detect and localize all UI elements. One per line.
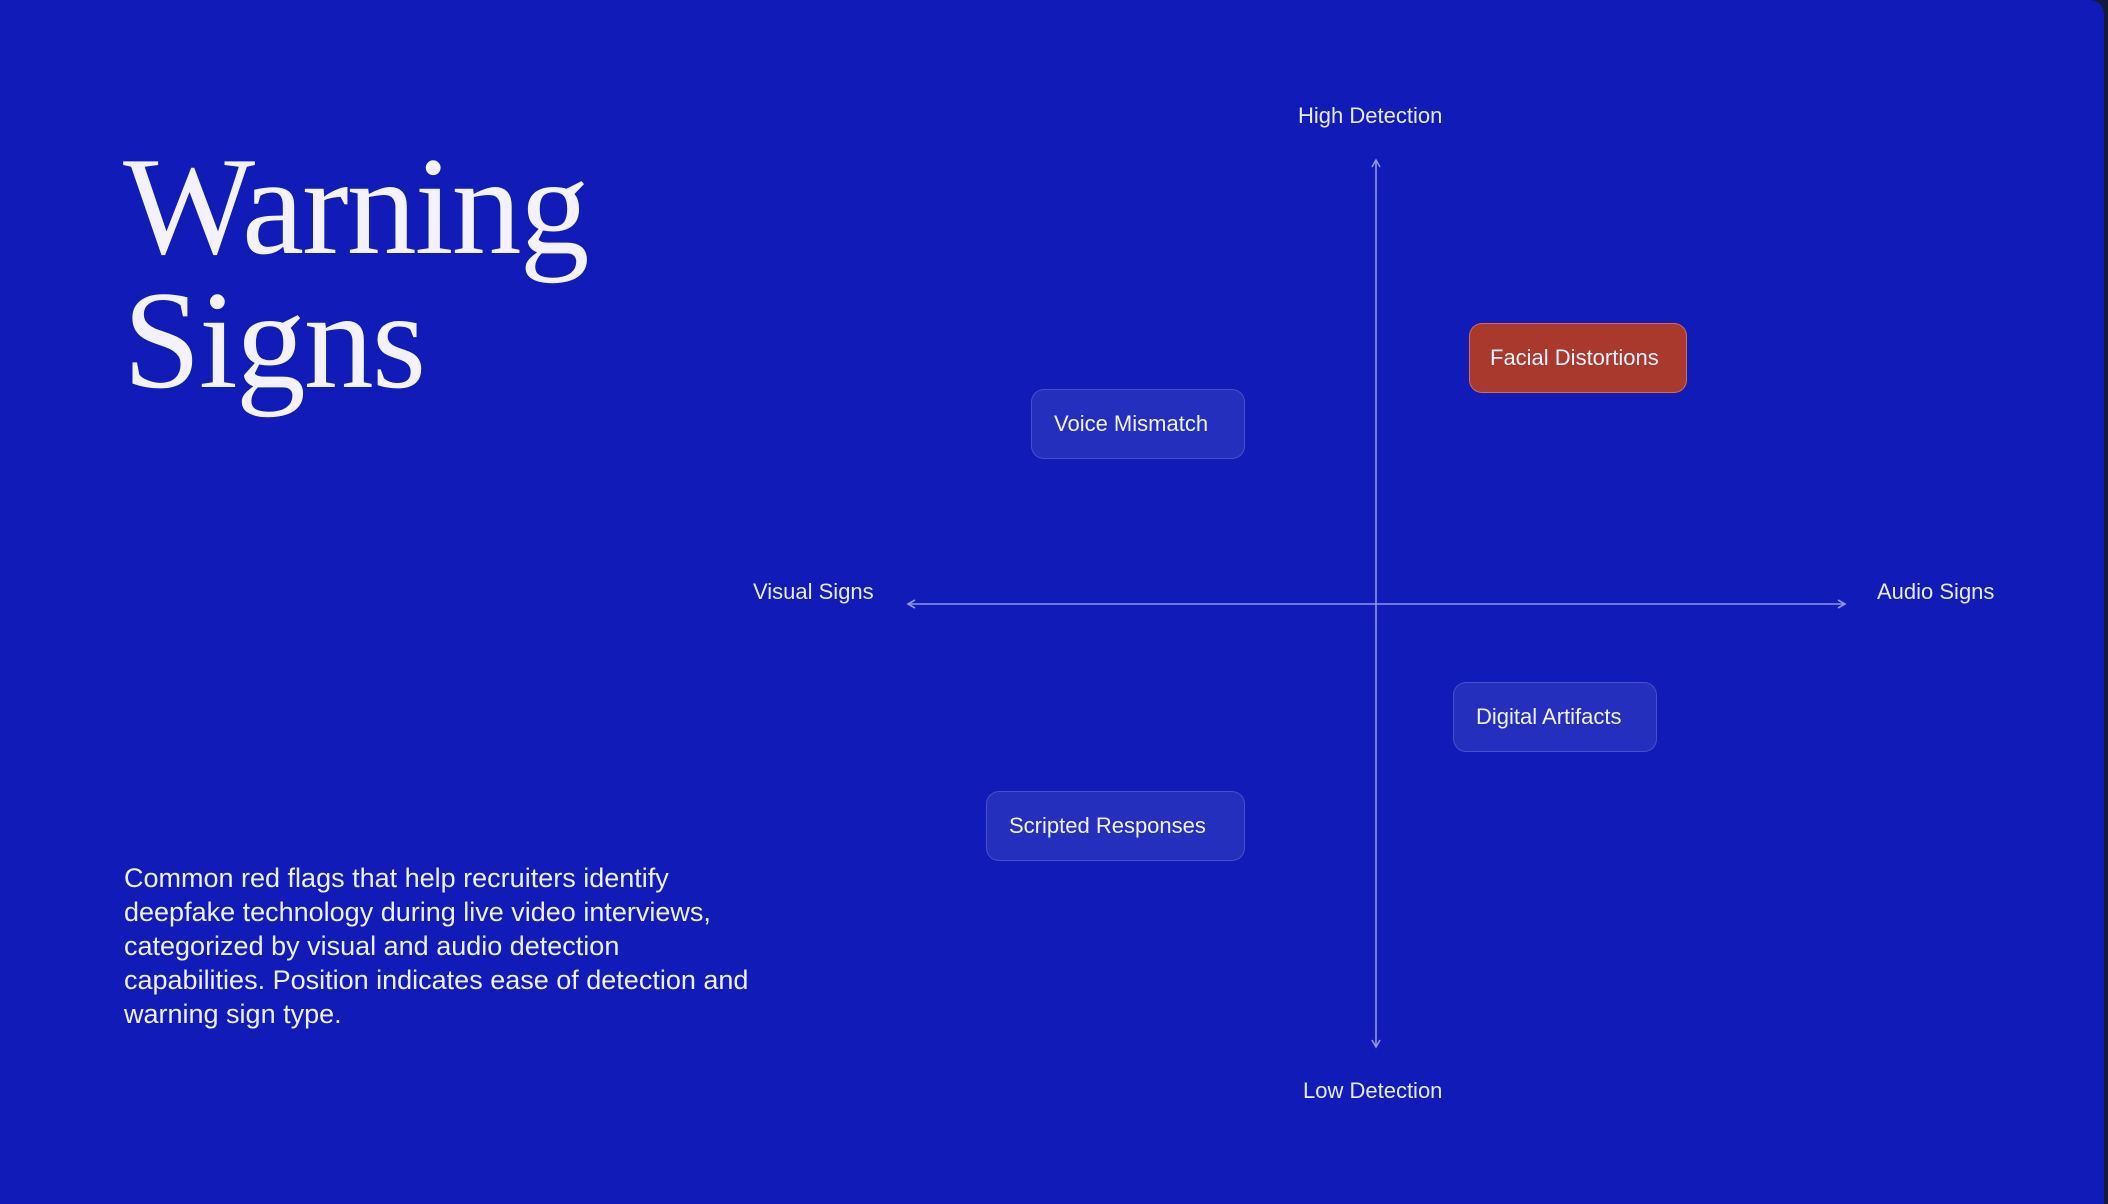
sign-digital-artifacts: Digital Artifacts [1453, 682, 1657, 752]
axis-label-low-detection: Low Detection [1303, 1078, 1443, 1103]
axis-label-visual-signs: Visual Signs [753, 579, 874, 604]
quadrant-axes [906, 158, 1847, 1049]
sign-voice-mismatch: Voice Mismatch [1031, 389, 1245, 459]
axis-label-high-detection: High Detection [1298, 103, 1443, 128]
axis-label-audio-signs: Audio Signs [1877, 579, 1995, 604]
sign-facial-distortions: Facial Distortions [1469, 323, 1687, 393]
slide: Warning Signs Common red flags that help… [0, 0, 2104, 1204]
sign-scripted-responses: Scripted Responses [986, 791, 1245, 861]
